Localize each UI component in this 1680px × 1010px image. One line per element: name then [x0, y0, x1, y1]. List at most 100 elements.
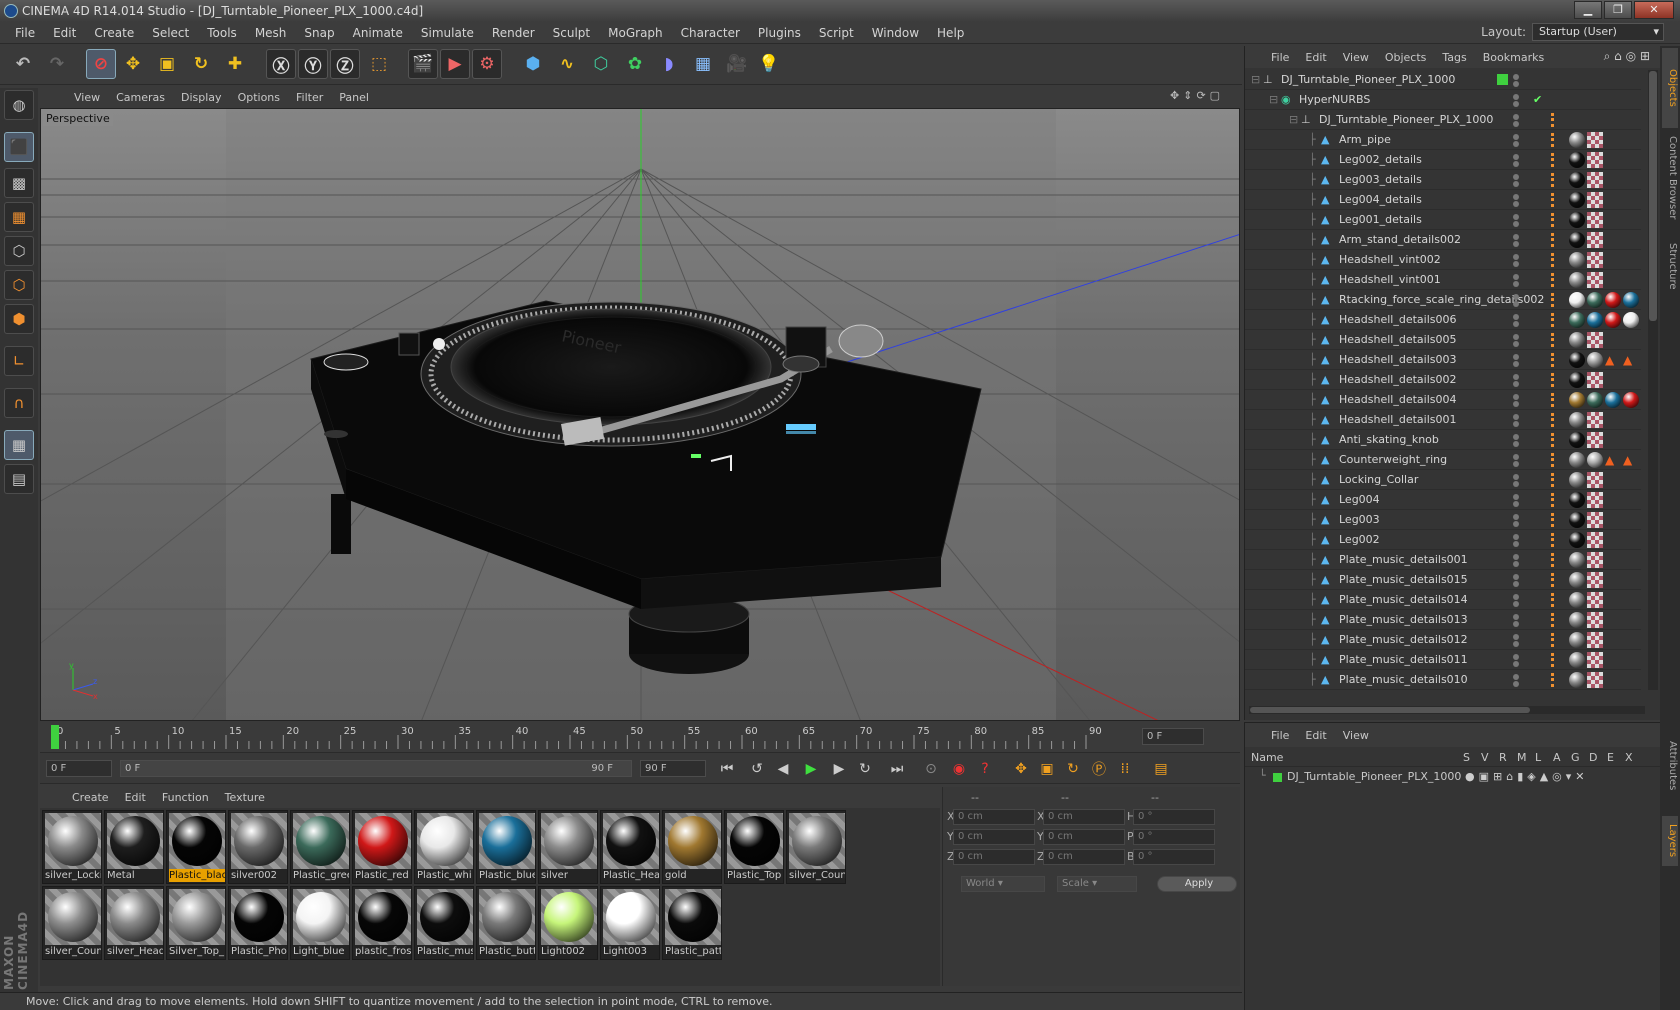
recent-tool-icon[interactable]: ✚ — [220, 49, 250, 79]
material-tag-icon[interactable] — [1569, 312, 1585, 328]
material-swatch[interactable]: Light003 — [600, 886, 660, 960]
object-row[interactable]: ├ ▲ Plate_music_details012 — [1245, 630, 1641, 650]
key-scale-icon[interactable]: ▣ — [1036, 759, 1058, 779]
material-swatch[interactable]: Light_blue — [290, 886, 350, 960]
render-visibility-dot[interactable] — [1513, 501, 1519, 507]
material-swatch[interactable]: Plastic_musi — [414, 886, 474, 960]
material-swatch[interactable]: plastic_fros — [352, 886, 412, 960]
axis-mode-icon[interactable]: ∟ — [4, 346, 34, 376]
uv-tag-icon[interactable] — [1587, 232, 1603, 248]
3d-viewport[interactable]: Pioneer Perspective y zx — [40, 108, 1240, 721]
render-visibility-dot[interactable] — [1513, 101, 1519, 107]
object-row[interactable]: ├ ▲ Leg004_details — [1245, 190, 1641, 210]
editor-visibility-dot[interactable] — [1513, 174, 1519, 180]
coord-rot-field[interactable]: 0 ° — [1133, 829, 1215, 845]
menu-simulate[interactable]: Simulate — [412, 26, 483, 40]
object-row[interactable]: ├ ▲ Leg004 — [1245, 490, 1641, 510]
uv-tag-icon[interactable] — [1587, 532, 1603, 548]
editor-visibility-dot[interactable] — [1513, 634, 1519, 640]
render-visibility-dot[interactable] — [1513, 481, 1519, 487]
uv-tag-icon[interactable] — [1587, 332, 1603, 348]
render-visibility-dot[interactable] — [1513, 681, 1519, 687]
object-list-hscrollbar[interactable] — [1249, 706, 1645, 714]
material-swatch[interactable]: Plastic_patt — [662, 886, 722, 960]
material-tag-icon[interactable] — [1569, 592, 1585, 608]
render-visibility-dot[interactable] — [1513, 161, 1519, 167]
scrollbar-thumb[interactable] — [1649, 71, 1657, 321]
prev-frame-icon[interactable]: ◀ — [772, 759, 794, 779]
layer-column-v[interactable]: V — [1481, 751, 1489, 764]
material-swatch[interactable]: silver_Head — [104, 886, 164, 960]
uv-tag-icon[interactable] — [1587, 272, 1603, 288]
layer-row[interactable]: └ DJ_Turntable_Pioneer_PLX_1000 ●▣⊞⌂▮◈▲◎… — [1259, 769, 1649, 787]
coord-pos-field[interactable]: 0 cm — [953, 809, 1035, 825]
object-row[interactable]: ⊟ ◉ HyperNURBS ✔ — [1245, 90, 1641, 110]
minimize-button[interactable]: ▁ — [1574, 1, 1602, 19]
home-icon[interactable]: ⌂ — [1614, 49, 1622, 63]
editor-visibility-dot[interactable] — [1513, 594, 1519, 600]
toggle-view-icon[interactable]: ▢ — [1210, 89, 1220, 102]
move-tool-icon[interactable]: ✥ — [118, 49, 148, 79]
object-row[interactable]: ├ ▲ Leg003_details — [1245, 170, 1641, 190]
key-parameter-icon[interactable]: Ⓟ — [1088, 759, 1110, 779]
material-swatch[interactable]: silver_Coun — [42, 886, 102, 960]
object-row[interactable]: ├ ▲ Headshell_vint001 — [1245, 270, 1641, 290]
coord-system-dropdown[interactable]: World ▾ — [961, 876, 1045, 892]
material-swatch[interactable]: Silver_Top_ — [166, 886, 226, 960]
object-row[interactable]: ├ ▲ Plate_music_details010 — [1245, 670, 1641, 690]
material-menu-create[interactable]: Create — [64, 791, 117, 804]
coord-size-field[interactable]: 0 cm — [1043, 849, 1125, 865]
points-mode-icon[interactable]: ⬡ — [4, 236, 34, 266]
render-visibility-dot[interactable] — [1513, 261, 1519, 267]
render-visibility-dot[interactable] — [1513, 301, 1519, 307]
make-editable-icon[interactable]: ◍ — [4, 90, 34, 120]
object-row[interactable]: ├ ▲ Plate_music_details011 — [1245, 650, 1641, 670]
material-swatch[interactable]: Light002 — [538, 886, 598, 960]
menu-script[interactable]: Script — [810, 26, 863, 40]
material-swatch[interactable]: Plastic_Hea — [600, 810, 660, 884]
side-tab-layers[interactable]: Layers — [1662, 816, 1678, 866]
object-menu-view[interactable]: View — [1335, 51, 1377, 64]
layer-column-e[interactable]: E — [1607, 751, 1614, 764]
undo-icon[interactable]: ↶ — [8, 49, 38, 79]
maximize-button[interactable]: ❐ — [1604, 1, 1632, 19]
material-tag-icon[interactable] — [1569, 632, 1585, 648]
editor-visibility-dot[interactable] — [1513, 154, 1519, 160]
array-icon[interactable]: ✿ — [620, 49, 650, 79]
render-visibility-dot[interactable] — [1513, 421, 1519, 427]
editor-visibility-dot[interactable] — [1513, 614, 1519, 620]
menu-mesh[interactable]: Mesh — [246, 26, 296, 40]
uv-tag-icon[interactable] — [1587, 632, 1603, 648]
warning-tag-icon[interactable]: ▲ — [1623, 351, 1632, 370]
material-swatch[interactable]: Plastic_Top — [724, 810, 784, 884]
editor-visibility-dot[interactable] — [1513, 514, 1519, 520]
editor-visibility-dot[interactable] — [1513, 234, 1519, 240]
material-swatch[interactable]: gold — [662, 810, 722, 884]
uv-tag-icon[interactable] — [1587, 592, 1603, 608]
object-row[interactable]: ├ ▲ Counterweight_ring ▲ ▲ — [1245, 450, 1641, 470]
menu-help[interactable]: Help — [928, 26, 973, 40]
render-visibility-dot[interactable] — [1513, 441, 1519, 447]
material-tag-icon[interactable] — [1605, 292, 1621, 308]
layer-column-l[interactable]: L — [1535, 751, 1541, 764]
menu-render[interactable]: Render — [483, 26, 544, 40]
editor-visibility-dot[interactable] — [1513, 114, 1519, 120]
material-swatch[interactable]: silver002 — [228, 810, 288, 884]
enabled-check-icon[interactable]: ✔ — [1533, 90, 1542, 109]
menu-tools[interactable]: Tools — [198, 26, 246, 40]
next-key-icon[interactable]: ↻ — [854, 759, 876, 779]
material-swatch[interactable]: Plastic_Pho — [228, 886, 288, 960]
object-list-scrollbar[interactable] — [1648, 70, 1658, 690]
render-visibility-dot[interactable] — [1513, 461, 1519, 467]
end-frame-field[interactable]: 90 F — [640, 760, 706, 777]
key-pla-icon[interactable]: ⁞⁞ — [1114, 759, 1136, 779]
record-keys-icon[interactable]: ⊙ — [920, 759, 942, 779]
object-row[interactable]: ├ ▲ Arm_stand_details002 — [1245, 230, 1641, 250]
layer-column-m[interactable]: M — [1517, 751, 1527, 764]
editor-visibility-dot[interactable] — [1513, 254, 1519, 260]
editor-visibility-dot[interactable] — [1513, 534, 1519, 540]
material-tag-icon[interactable] — [1569, 352, 1585, 368]
material-tag-icon[interactable] — [1569, 412, 1585, 428]
material-tag-icon[interactable] — [1569, 272, 1585, 288]
coord-mode-dropdown[interactable]: Scale ▾ — [1057, 876, 1137, 892]
